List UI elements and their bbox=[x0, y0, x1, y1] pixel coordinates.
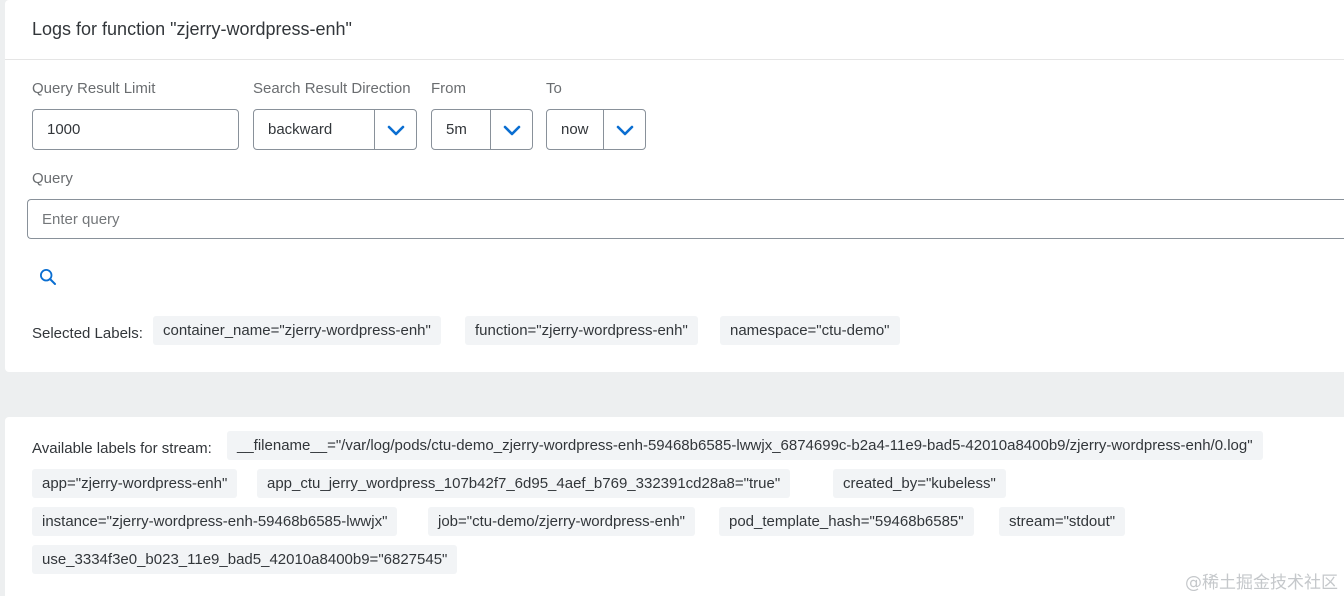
available-labels-label: Available labels for stream: bbox=[32, 440, 212, 457]
direction-dropdown-button[interactable] bbox=[374, 110, 416, 149]
selected-label-chip[interactable]: function="zjerry-wordpress-enh" bbox=[465, 316, 698, 345]
from-label: From bbox=[431, 80, 466, 97]
selected-label-chip[interactable]: container_name="zjerry-wordpress-enh" bbox=[153, 316, 441, 345]
available-label-chip[interactable]: app_ctu_jerry_wordpress_107b42f7_6d95_4a… bbox=[257, 469, 791, 498]
query-input[interactable] bbox=[28, 200, 1344, 238]
available-label-chip[interactable]: use_3334f3e0_b023_11e9_bad5_42010a8400b9… bbox=[32, 545, 458, 574]
to-label: To bbox=[546, 80, 562, 97]
from-dropdown-button[interactable] bbox=[490, 110, 532, 149]
chevron-down-icon bbox=[387, 125, 404, 135]
available-label-chip[interactable]: __filename__="/var/log/pods/ctu-demo_zje… bbox=[227, 431, 1263, 460]
available-label-chip[interactable]: stream="stdout" bbox=[999, 507, 1126, 536]
chevron-down-icon bbox=[503, 125, 520, 135]
available-label-chip[interactable]: app="zjerry-wordpress-enh" bbox=[32, 469, 238, 498]
watermark: @稀土掘金技术社区 bbox=[1185, 573, 1338, 593]
available-label-chip[interactable]: instance="zjerry-wordpress-enh-59468b658… bbox=[32, 507, 398, 536]
chevron-down-icon bbox=[616, 125, 633, 135]
direction-value: backward bbox=[268, 121, 333, 138]
panel-header: Logs for function "zjerry-wordpress-enh" bbox=[5, 0, 1344, 60]
available-label-chip[interactable]: created_by="kubeless" bbox=[833, 469, 1006, 498]
to-select[interactable]: now bbox=[546, 109, 646, 150]
query-limit-label: Query Result Limit bbox=[32, 80, 156, 97]
available-label-chip[interactable]: pod_template_hash="59468b6585" bbox=[719, 507, 974, 536]
query-label: Query bbox=[32, 170, 73, 187]
available-label-chip[interactable]: job="ctu-demo/zjerry-wordpress-enh" bbox=[428, 507, 695, 536]
query-limit-input[interactable]: 1000 bbox=[32, 109, 239, 150]
query-field[interactable] bbox=[27, 199, 1344, 239]
direction-select[interactable]: backward bbox=[253, 109, 417, 150]
direction-label: Search Result Direction bbox=[253, 80, 411, 97]
page-title: Logs for function "zjerry-wordpress-enh" bbox=[32, 19, 352, 39]
from-select[interactable]: 5m bbox=[431, 109, 533, 150]
selected-labels-label: Selected Labels: bbox=[32, 325, 143, 342]
to-value: now bbox=[561, 121, 589, 138]
to-dropdown-button[interactable] bbox=[603, 110, 645, 149]
search-icon bbox=[39, 268, 56, 285]
selected-label-chip[interactable]: namespace="ctu-demo" bbox=[720, 316, 900, 345]
from-value: 5m bbox=[446, 121, 467, 138]
query-limit-value: 1000 bbox=[47, 121, 81, 138]
search-button[interactable] bbox=[36, 264, 60, 290]
